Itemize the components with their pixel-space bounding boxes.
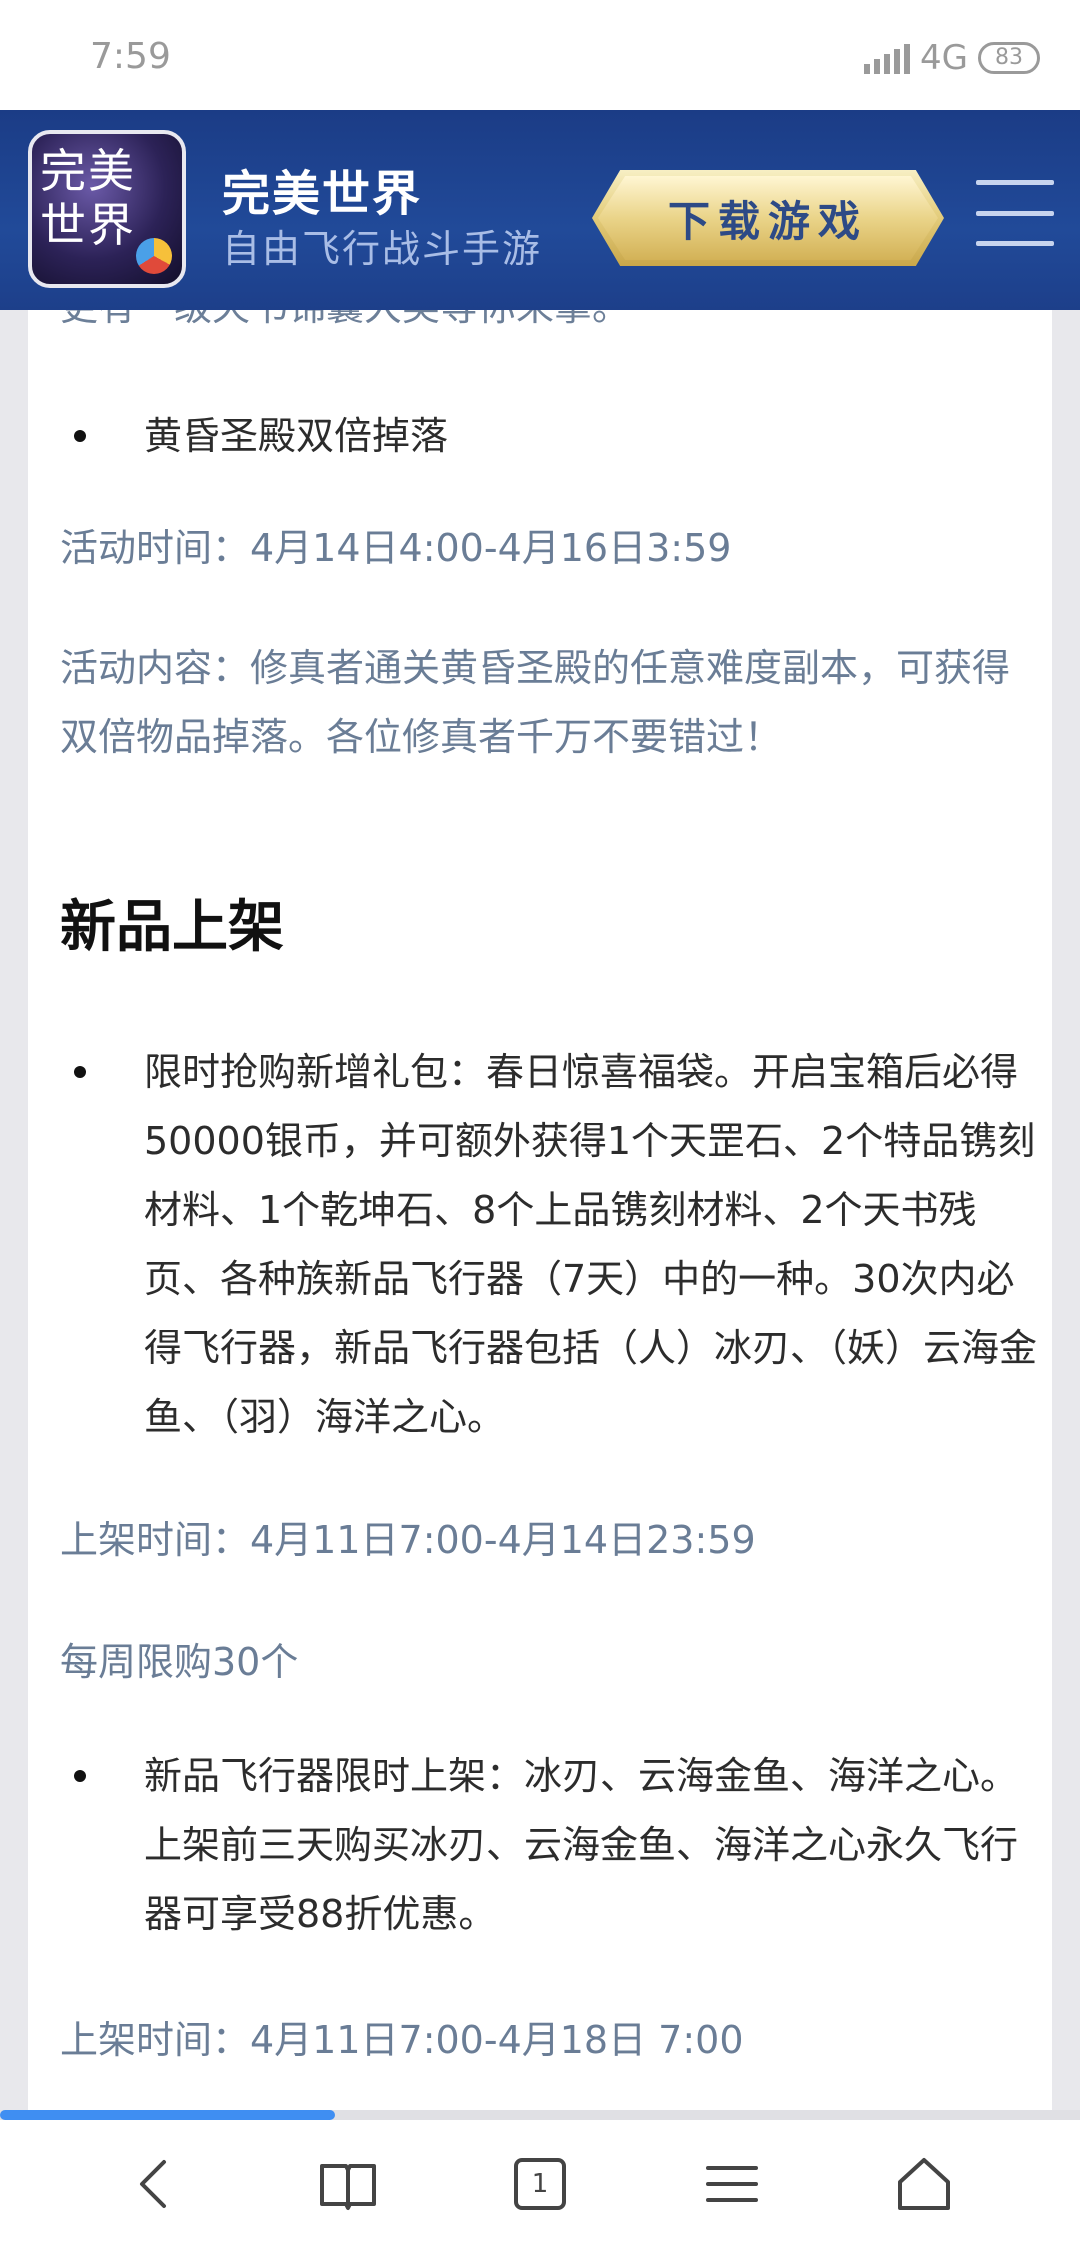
menu-icon[interactable] <box>976 180 1054 246</box>
bullet-dot <box>74 430 86 442</box>
article-content: 更有一级天书锦囊大奖等你来拿。 黄昏圣殿双倍掉落 活动时间：4月14日4:00-… <box>28 310 1052 2110</box>
page-progress-fill <box>0 2110 335 2120</box>
hamburger-icon <box>706 2166 758 2202</box>
tabs-button[interactable]: 1 <box>485 2129 595 2239</box>
list-item-text: 限时抢购新增礼包：春日惊喜福袋。开启宝箱后必得50000银币，并可额外获得1个天… <box>144 1050 1038 1439</box>
list-item-text: 新品飞行器限时上架：冰刃、云海金鱼、海洋之心。上架前三天购买冰刃、云海金鱼、海洋… <box>144 1754 1019 1936</box>
status-bar: 7:59 4G 83 <box>0 0 1080 110</box>
list-item-text: 黄昏圣殿双倍掉落 <box>144 414 449 458</box>
tencent-games-icon <box>136 238 172 274</box>
section-heading: 新品上架 <box>60 895 284 960</box>
menu-button[interactable] <box>677 2129 787 2239</box>
download-game-button[interactable]: 下载游戏 <box>592 170 944 266</box>
back-icon <box>140 2160 166 2208</box>
page-progress-bar <box>0 2110 1080 2120</box>
activity-content: 活动内容：修真者通关黄昏圣殿的任意难度副本，可获得双倍物品掉落。各位修真者千万不… <box>60 646 1011 759</box>
list-item: 限时抢购新增礼包：春日惊喜福袋。开启宝箱后必得50000银币，并可额外获得1个天… <box>60 1038 1050 1452</box>
battery-icon: 83 <box>978 42 1040 74</box>
bullet-dot <box>74 1066 86 1078</box>
app-title: 完美世界 <box>222 166 423 222</box>
list-item: 新品飞行器限时上架：冰刃、云海金鱼、海洋之心。上架前三天购买冰刃、云海金鱼、海洋… <box>60 1742 1050 1949</box>
home-icon <box>898 2158 950 2210</box>
network-type: 4G <box>920 38 968 78</box>
book-icon <box>320 2164 376 2210</box>
status-right: 4G 83 <box>864 38 1040 78</box>
tab-count: 1 <box>531 2169 549 2199</box>
activity-time: 活动时间：4月14日4:00-4月16日3:59 <box>60 526 732 570</box>
browser-bottom-nav: 1 <box>0 2120 1080 2248</box>
logo-text: 完美世界 <box>40 144 136 252</box>
bullet-dot <box>74 1770 86 1782</box>
purchase-limit: 每周限购30个 <box>60 1640 299 1684</box>
home-button[interactable] <box>869 2129 979 2239</box>
clipped-text: 更有一级天书锦囊大奖等你来拿。 <box>60 310 630 331</box>
app-subtitle: 自由飞行战斗手游 <box>222 227 543 271</box>
back-button[interactable] <box>101 2129 211 2239</box>
listing-time: 上架时间：4月11日7:00-4月14日23:59 <box>60 1518 756 1562</box>
signal-icon <box>864 42 911 74</box>
status-time: 7:59 <box>90 36 171 77</box>
bookmarks-button[interactable] <box>293 2129 403 2239</box>
download-label: 下载游戏 <box>667 196 868 246</box>
game-banner: 完美世界 完美世界 自由飞行战斗手游 下载游戏 <box>0 110 1080 310</box>
list-item: 黄昏圣殿双倍掉落 <box>60 402 1050 471</box>
listing-time: 上架时间：4月11日7:00-4月18日 7:00 <box>60 2018 744 2062</box>
game-logo[interactable]: 完美世界 <box>28 130 186 288</box>
